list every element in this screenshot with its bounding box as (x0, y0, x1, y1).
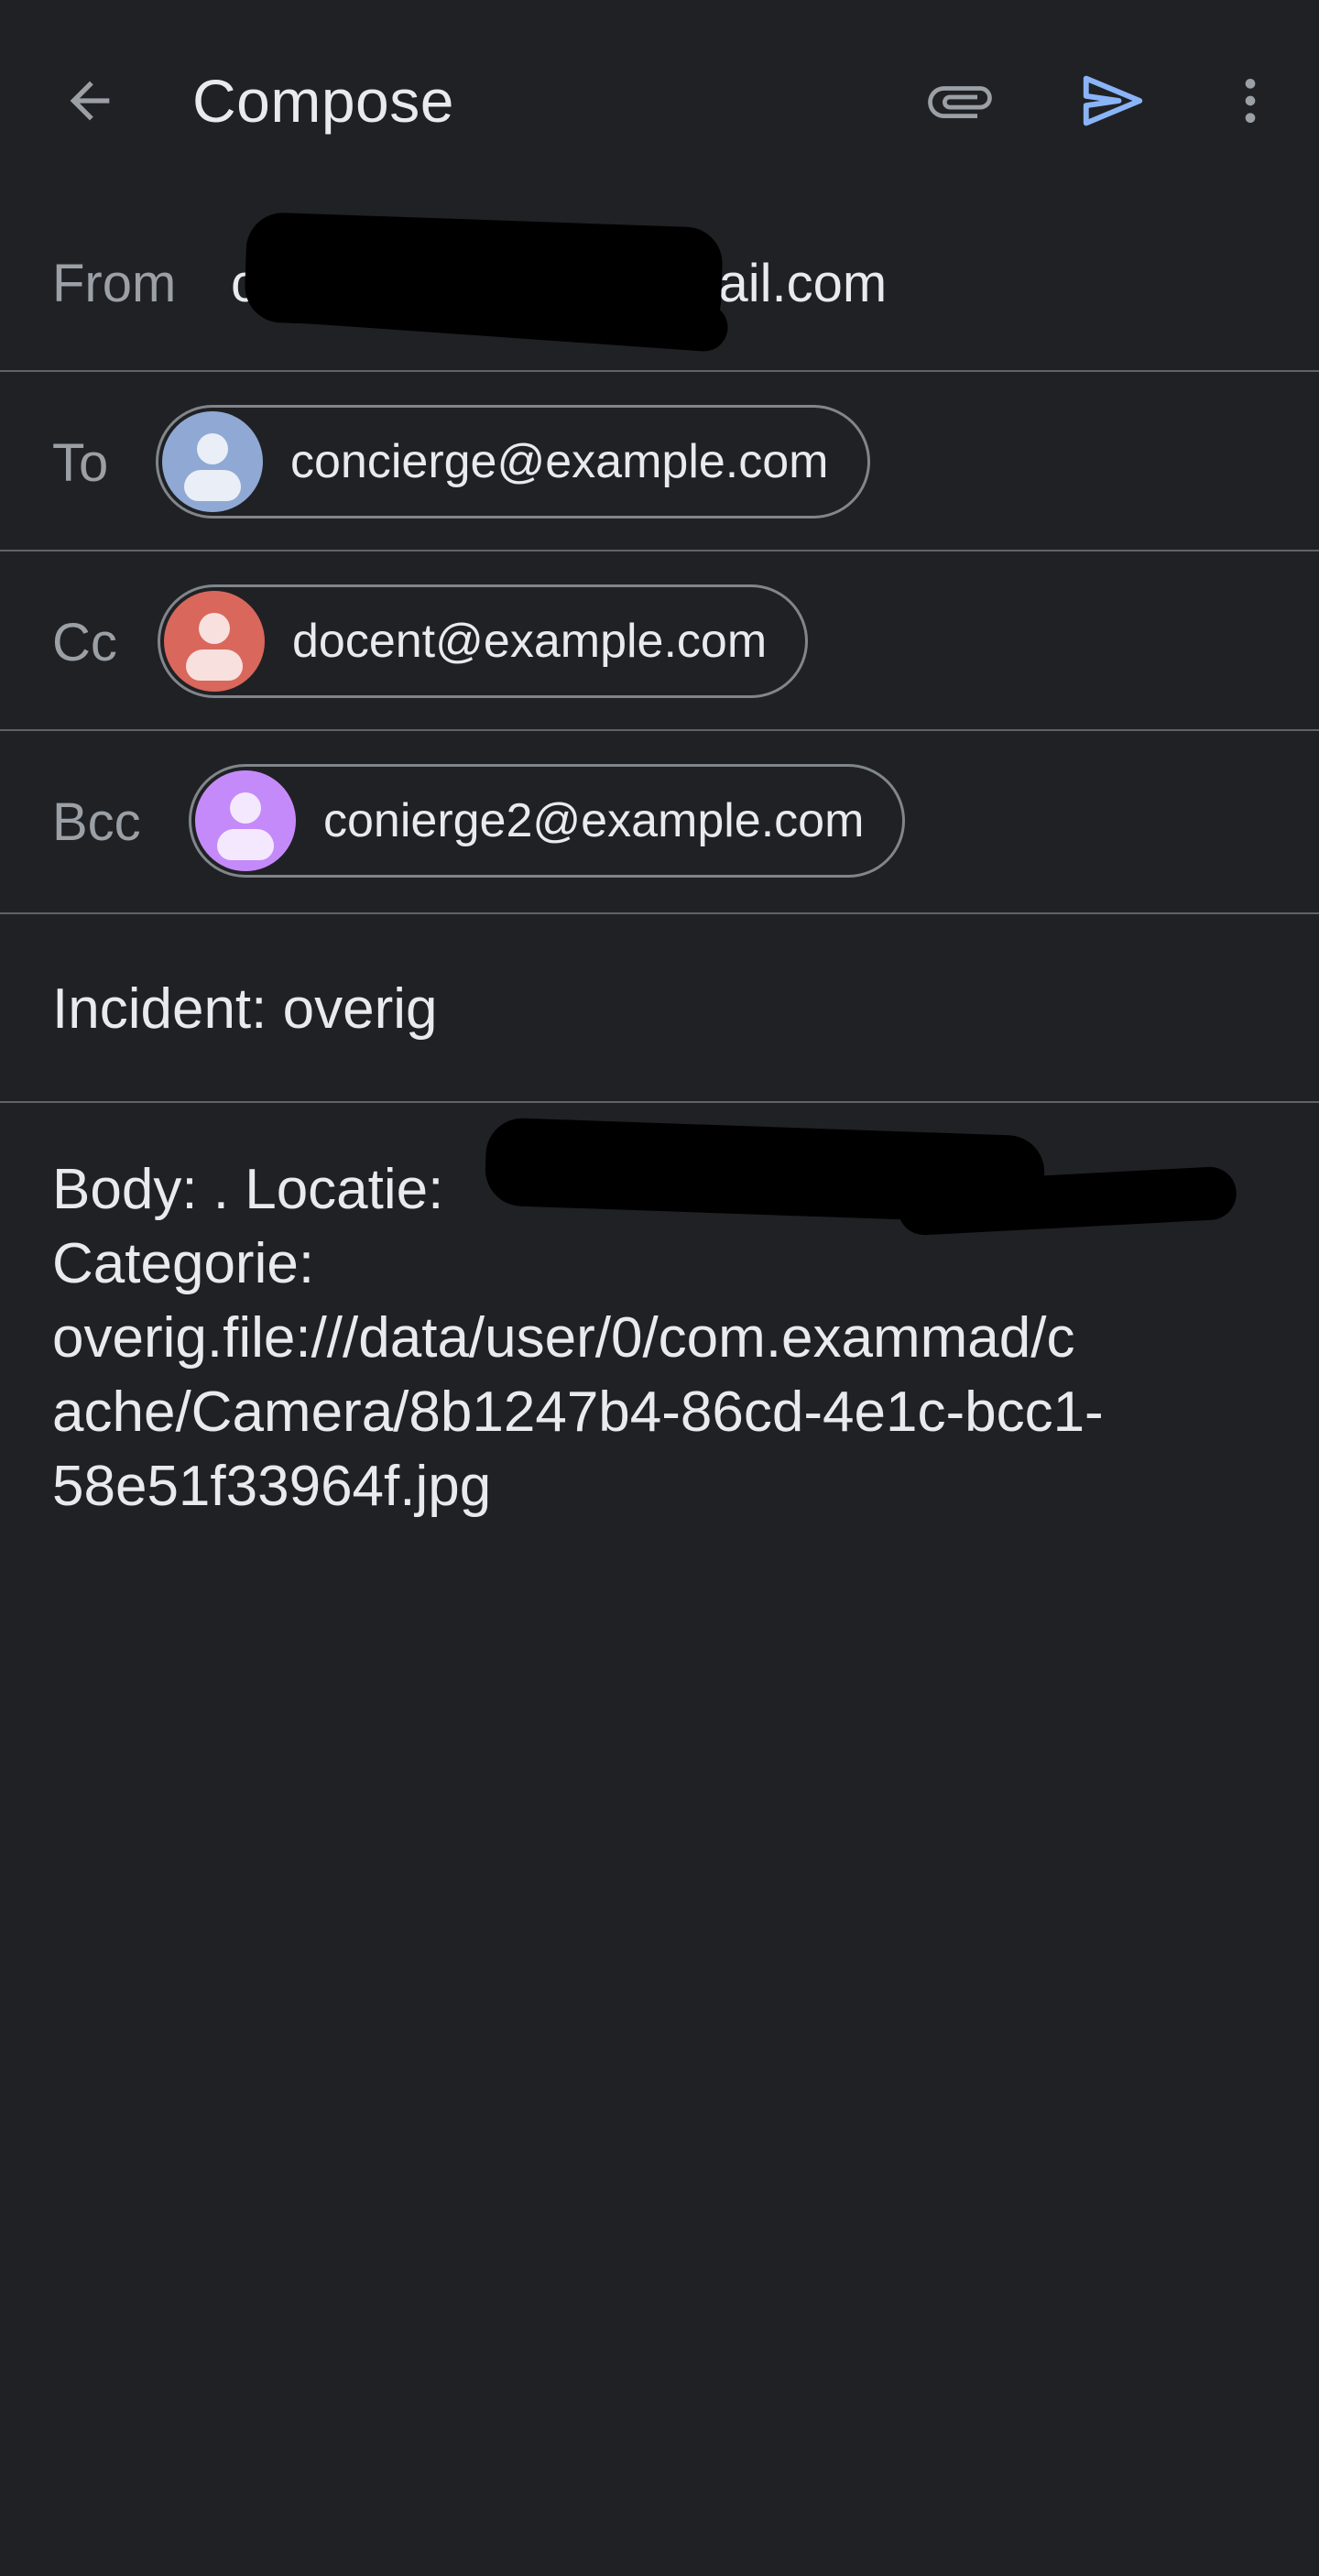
to-field[interactable]: To concierge@example.com (0, 372, 1319, 551)
body-line: Categorie: (52, 1232, 315, 1295)
arrow-back-icon (70, 81, 110, 121)
app-bar: Compose (0, 0, 1319, 202)
body-line: ache/Camera/8b1247b4-86cd-4e1c-bcc1- (52, 1381, 1104, 1444)
page-title: Compose (192, 67, 454, 135)
body-line: overig.file:///data/user/0/com.exammad/c (52, 1306, 1075, 1370)
recipient-email: docent@example.com (292, 615, 768, 668)
attach-button[interactable] (905, 46, 1015, 156)
send-icon (1083, 75, 1143, 126)
recipient-chip-bcc[interactable]: conierge2@example.com (189, 764, 906, 878)
from-label: From (52, 254, 177, 313)
to-label: To (52, 433, 109, 493)
cc-field[interactable]: Cc docent@example.com (0, 551, 1319, 731)
compose-screen: Compose From c@gmail.com To (0, 0, 1319, 2576)
recipient-chip-to[interactable]: concierge@example.com (156, 405, 870, 518)
avatar (195, 770, 296, 871)
paperclip-icon (928, 86, 992, 118)
body-line: 58e51f33964f.jpg (52, 1455, 492, 1518)
avatar (164, 591, 265, 692)
bcc-field[interactable]: Bcc conierge2@example.com (0, 731, 1319, 914)
more-options-button[interactable] (1195, 46, 1305, 156)
recipient-email: conierge2@example.com (323, 794, 865, 847)
subject-input[interactable]: Incident: overig (52, 977, 437, 1042)
send-button[interactable] (1058, 46, 1168, 156)
from-field[interactable]: From c@gmail.com (0, 202, 1319, 372)
more-vert-icon (1245, 79, 1256, 123)
recipient-chip-cc[interactable]: docent@example.com (158, 584, 809, 698)
back-button[interactable] (35, 46, 145, 156)
recipient-email: concierge@example.com (290, 435, 829, 488)
subject-field[interactable]: Incident: overig (0, 914, 1319, 1103)
avatar (162, 411, 263, 512)
bcc-label: Bcc (52, 792, 141, 852)
cc-label: Cc (52, 613, 117, 672)
